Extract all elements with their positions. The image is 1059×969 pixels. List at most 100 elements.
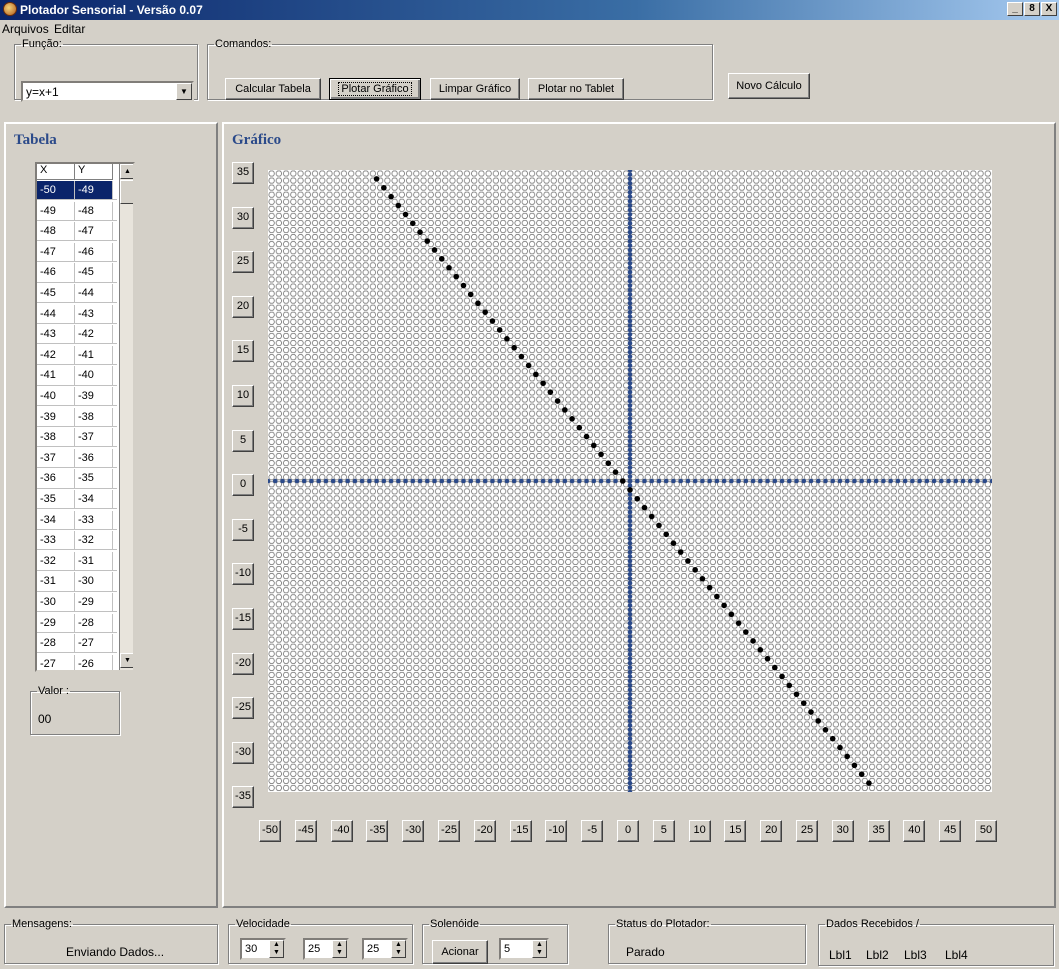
x-axis-label[interactable]: 5 <box>652 820 675 842</box>
calcular-tabela-button[interactable]: Calcular Tabela <box>225 78 321 100</box>
x-axis-label[interactable]: 10 <box>688 820 711 842</box>
cell-x: -50 <box>37 181 75 200</box>
y-axis-label[interactable]: -20 <box>232 652 254 675</box>
x-axis-dot <box>403 478 408 484</box>
funcao-select[interactable]: y=x+1 ▼ <box>21 81 194 102</box>
y-axis-label[interactable]: -5 <box>232 518 254 541</box>
y-axis-label[interactable]: 5 <box>232 429 254 452</box>
x-axis-label[interactable]: 30 <box>831 820 854 842</box>
x-axis-label[interactable]: -50 <box>259 820 281 842</box>
table-row[interactable]: -45 -44 <box>37 284 117 304</box>
menu-arquivos[interactable]: Arquivos <box>2 22 49 36</box>
y-axis-label[interactable]: 0 <box>232 474 254 497</box>
scroll-thumb[interactable] <box>120 180 133 204</box>
y-axis-dot <box>627 532 633 537</box>
y-axis-label[interactable]: 35 <box>232 162 254 184</box>
x-axis-label[interactable]: -25 <box>438 820 460 842</box>
table-row[interactable]: -39 -38 <box>37 407 117 427</box>
y-axis-label[interactable]: 30 <box>232 206 254 229</box>
x-axis-label[interactable]: -10 <box>545 820 568 842</box>
chevron-down-icon[interactable]: ▼ <box>176 83 192 100</box>
plotar-grafico-button[interactable]: Plotar Gráfico <box>329 78 421 100</box>
acionar-button[interactable]: Acionar <box>432 940 488 964</box>
x-axis-label[interactable]: -30 <box>402 820 425 842</box>
x-axis-label[interactable]: 45 <box>939 820 962 842</box>
header-y[interactable]: Y <box>75 164 113 180</box>
table-row[interactable]: -40 -39 <box>37 387 117 407</box>
table-row[interactable]: -35 -34 <box>37 490 117 510</box>
table-row[interactable]: -27 -26 <box>37 654 117 670</box>
table-row[interactable]: -41 -40 <box>37 366 117 386</box>
limpar-grafico-button[interactable]: Limpar Gráfico <box>430 78 520 100</box>
y-axis-label[interactable]: -35 <box>232 786 254 809</box>
table-row[interactable]: -50 -49 <box>37 181 117 201</box>
spinner-arrows-icon[interactable]: ▲ ▼ <box>269 940 284 958</box>
menu-editar[interactable]: Editar <box>54 22 85 36</box>
x-axis-label[interactable]: -45 <box>294 820 317 842</box>
minimize-button[interactable]: _ <box>1007 2 1023 16</box>
data-point <box>562 407 568 413</box>
table-row[interactable]: -36 -35 <box>37 469 117 489</box>
spinner-arrows-icon[interactable]: ▲ ▼ <box>332 940 347 958</box>
y-axis-dot <box>627 225 633 231</box>
close-button[interactable]: X <box>1041 2 1057 16</box>
table-row[interactable]: -46 -45 <box>37 263 117 283</box>
x-axis-label[interactable]: 35 <box>867 820 890 842</box>
x-axis-label[interactable]: -40 <box>330 820 353 842</box>
scroll-down-icon[interactable]: ▼ <box>120 653 133 668</box>
table-row[interactable]: -32 -31 <box>37 551 117 572</box>
spinner-3[interactable]: 25 ▲ ▼ <box>362 938 408 960</box>
table-row[interactable]: -37 -36 <box>37 448 117 469</box>
table-row[interactable]: -30 -29 <box>37 593 117 613</box>
table-row[interactable]: -47 -46 <box>37 242 117 263</box>
table-row[interactable]: -43 -42 <box>37 325 117 345</box>
x-axis-label[interactable]: 25 <box>796 820 818 842</box>
plot-area[interactable] <box>268 170 992 792</box>
spinner-arrows-icon[interactable]: ▲ ▼ <box>391 940 406 958</box>
x-axis-dot <box>526 478 531 484</box>
x-axis-label[interactable]: -35 <box>366 820 389 842</box>
x-axis-label[interactable]: -15 <box>509 820 532 842</box>
x-axis-label[interactable]: -20 <box>473 820 496 842</box>
table-row[interactable]: -49 -48 <box>37 201 117 221</box>
solenoide-spinner[interactable]: 5 ▲ ▼ <box>499 938 549 960</box>
y-axis-label[interactable]: 20 <box>232 295 254 318</box>
y-axis-label[interactable]: -15 <box>232 608 254 630</box>
header-x[interactable]: X <box>37 164 75 180</box>
x-axis-label[interactable]: 50 <box>975 820 997 842</box>
table-row[interactable]: -38 -37 <box>37 428 117 448</box>
y-axis-dot <box>627 523 633 528</box>
data-table[interactable]: X Y -50 -49 -49 -48 -48 -47 -47 -46 -46 -45 -45 -44… <box>35 162 135 672</box>
x-axis-label[interactable]: 20 <box>760 820 783 842</box>
maximize-button[interactable]: 8 <box>1024 2 1040 16</box>
velocidade-spinner[interactable]: 30 ▲ ▼ <box>240 938 286 960</box>
novo-calculo-button[interactable]: Novo Cálculo <box>728 73 810 99</box>
y-axis-label[interactable]: -25 <box>232 697 254 720</box>
table-row[interactable]: -28 -27 <box>37 634 117 654</box>
spinner-arrows-icon[interactable]: ▲ ▼ <box>532 940 547 958</box>
table-row[interactable]: -31 -30 <box>37 572 117 592</box>
y-axis-label[interactable]: -30 <box>232 741 254 764</box>
table-row[interactable]: -48 -47 <box>37 222 117 242</box>
x-axis-label[interactable]: -5 <box>581 820 604 842</box>
table-row[interactable]: -42 -41 <box>37 345 117 366</box>
table-row[interactable]: -44 -43 <box>37 304 117 324</box>
y-axis-label[interactable]: -10 <box>232 563 254 586</box>
x-axis-dot <box>707 478 712 484</box>
scroll-up-icon[interactable]: ▲ <box>120 164 133 179</box>
y-axis-label[interactable]: 25 <box>232 251 254 274</box>
table-row[interactable]: -34 -33 <box>37 510 117 530</box>
table-row[interactable]: -33 -32 <box>37 531 117 551</box>
plotar-tablet-button[interactable]: Plotar no Tablet <box>528 78 624 100</box>
data-point <box>706 584 713 591</box>
x-axis-label[interactable]: 40 <box>903 820 926 842</box>
table-scrollbar[interactable]: ▲ ▼ <box>119 164 133 670</box>
cell-x: -32 <box>37 551 75 571</box>
x-axis-label[interactable]: 0 <box>617 820 639 842</box>
spinner-2[interactable]: 25 ▲ ▼ <box>303 938 349 960</box>
y-axis-label[interactable]: 10 <box>232 385 254 407</box>
y-axis-label[interactable]: 15 <box>232 340 254 363</box>
y-axis-dot <box>627 221 633 226</box>
x-axis-label[interactable]: 15 <box>724 820 747 842</box>
table-row[interactable]: -29 -28 <box>37 613 117 633</box>
